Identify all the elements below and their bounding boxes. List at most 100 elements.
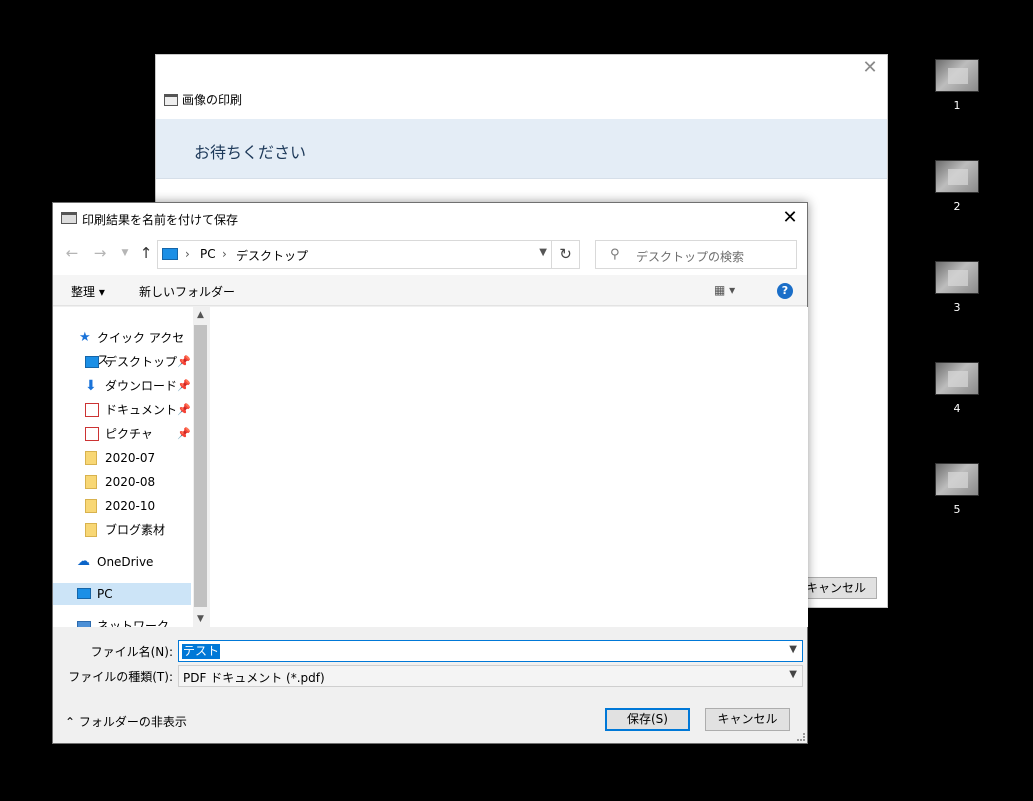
- new-folder-button[interactable]: 新しいフォルダー: [139, 283, 235, 300]
- folder-icon: [85, 523, 97, 537]
- tree-label: ブログ素材: [105, 523, 166, 537]
- tree-item-folder-blog[interactable]: ブログ素材: [53, 519, 191, 541]
- printer-icon: [61, 212, 77, 224]
- thumbnail-image: [935, 463, 979, 496]
- pin-icon: 📌: [177, 403, 191, 416]
- navigation-pane: ★ クイック アクセス デスクトップ 📌 ⬇ ダウンロード 📌 ドキュメント 📌…: [53, 307, 208, 627]
- thumbnail-1[interactable]: 1: [935, 59, 979, 112]
- breadcrumb-separator-icon[interactable]: ›: [222, 247, 227, 261]
- pc-icon: [77, 588, 91, 599]
- dialog-title: 印刷結果を名前を付けて保存: [82, 213, 239, 227]
- hide-folders-label: フォルダーの非表示: [78, 715, 187, 729]
- tree-label: ダウンロード: [105, 379, 178, 393]
- chevron-up-icon: ⌃: [65, 715, 76, 729]
- cancel-button[interactable]: キャンセル: [705, 708, 790, 731]
- navigation-bar: ← → ▼ ↑ › PC › デスクトップ ▼ ↻ ⚲ デスクトップの検索: [53, 233, 807, 275]
- search-icon: ⚲: [610, 247, 620, 262]
- up-arrow-icon[interactable]: ↑: [137, 244, 155, 262]
- tree-item-folder-2020-07[interactable]: 2020-07: [53, 447, 191, 469]
- pin-icon: 📌: [177, 355, 191, 368]
- breadcrumb-desktop[interactable]: デスクトップ: [236, 247, 308, 264]
- download-arrow-icon: ⬇: [85, 378, 97, 394]
- thumbnail-image: [935, 261, 979, 294]
- filetype-value: PDF ドキュメント (*.pdf): [183, 671, 325, 685]
- tree-item-onedrive[interactable]: ☁ OneDrive: [53, 551, 191, 573]
- search-input[interactable]: ⚲ デスクトップの検索: [595, 240, 797, 269]
- scroll-down-arrow-icon[interactable]: ▼: [193, 611, 208, 627]
- print-window-title: 画像の印刷: [164, 91, 242, 108]
- file-list-area[interactable]: [210, 307, 808, 627]
- thumbnail-image: [935, 160, 979, 193]
- printer-icon: [164, 93, 178, 106]
- tree-label: OneDrive: [97, 555, 154, 569]
- tree-item-documents[interactable]: ドキュメント 📌: [53, 399, 191, 421]
- network-icon: [77, 621, 91, 627]
- search-placeholder: デスクトップの検索: [636, 250, 745, 264]
- view-options-icon[interactable]: ▦ ▾: [714, 283, 735, 297]
- refresh-icon[interactable]: ↻: [552, 240, 580, 269]
- filetype-label: ファイルの種類(T):: [68, 670, 173, 684]
- thumbnail-image: [935, 362, 979, 395]
- wait-banner: お待ちください: [156, 119, 887, 179]
- thumbnail-number: 3: [953, 301, 961, 314]
- filetype-select[interactable]: PDF ドキュメント (*.pdf) ▼: [178, 665, 803, 687]
- forward-arrow-icon[interactable]: →: [91, 244, 109, 262]
- save-button[interactable]: 保存(S): [605, 708, 690, 731]
- documents-icon: [85, 403, 99, 417]
- tree-item-desktop[interactable]: デスクトップ 📌: [53, 351, 191, 373]
- tree-item-folder-2020-08[interactable]: 2020-08: [53, 471, 191, 493]
- breadcrumb-separator-icon[interactable]: ›: [185, 247, 190, 261]
- thumbnail-number: 5: [953, 503, 961, 516]
- pc-icon: [162, 248, 178, 260]
- toolbar: 整理 ▾ 新しいフォルダー ▦ ▾ ?: [53, 275, 807, 306]
- tree-label: ピクチャ: [105, 427, 153, 441]
- thumbnail-number: 1: [953, 99, 961, 112]
- help-icon[interactable]: ?: [777, 283, 793, 299]
- filename-value: テスト: [182, 644, 221, 659]
- dialog-titlebar: 印刷結果を名前を付けて保存 ✕: [53, 203, 807, 233]
- recent-locations-chevron-icon[interactable]: ▼: [116, 244, 134, 262]
- filename-input[interactable]: テスト ▼: [178, 640, 803, 662]
- desktop-icon: [85, 356, 99, 368]
- folder-icon: [85, 499, 97, 513]
- thumbnail-2[interactable]: 2: [935, 160, 979, 213]
- thumbnail-image: [935, 59, 979, 92]
- cloud-icon: ☁: [77, 554, 90, 569]
- tree-item-downloads[interactable]: ⬇ ダウンロード 📌: [53, 375, 191, 397]
- navigation-scrollbar[interactable]: ▲ ▼: [193, 307, 208, 627]
- pin-icon: 📌: [177, 427, 191, 440]
- tree-label: ドキュメント: [105, 403, 178, 417]
- thumbnail-4[interactable]: 4: [935, 362, 979, 415]
- tree-item-pc[interactable]: PC: [53, 583, 191, 605]
- hide-folders-toggle[interactable]: ⌃ フォルダーの非表示: [65, 713, 187, 730]
- scroll-up-arrow-icon[interactable]: ▲: [193, 307, 208, 323]
- print-close-icon[interactable]: ✕: [861, 59, 879, 77]
- chevron-down-icon[interactable]: ▼: [789, 644, 797, 655]
- thumbnail-number: 2: [953, 200, 961, 213]
- pictures-icon: [85, 427, 99, 441]
- resize-grip-icon[interactable]: [797, 733, 805, 741]
- star-icon: ★: [79, 330, 91, 345]
- thumbnail-3[interactable]: 3: [935, 261, 979, 314]
- tree-item-folder-2020-10[interactable]: 2020-10: [53, 495, 191, 517]
- tree-label: 2020-10: [105, 499, 156, 513]
- chevron-down-icon[interactable]: ▼: [539, 247, 547, 258]
- address-bar[interactable]: › PC › デスクトップ ▼: [157, 240, 552, 269]
- pin-icon: 📌: [177, 379, 191, 392]
- print-window-title-text: 画像の印刷: [182, 93, 243, 107]
- tree-item-network[interactable]: ネットワーク: [53, 615, 191, 627]
- back-arrow-icon[interactable]: ←: [63, 244, 81, 262]
- scrollbar-thumb[interactable]: [194, 325, 207, 607]
- organize-button[interactable]: 整理 ▾: [71, 283, 105, 300]
- folder-icon: [85, 475, 97, 489]
- tree-item-quick-access[interactable]: ★ クイック アクセス: [53, 327, 191, 368]
- save-dialog: 印刷結果を名前を付けて保存 ✕ ← → ▼ ↑ › PC › デスクトップ ▼ …: [52, 202, 808, 744]
- breadcrumb-pc[interactable]: PC: [200, 247, 216, 261]
- thumbnail-5[interactable]: 5: [935, 463, 979, 516]
- folder-icon: [85, 451, 97, 465]
- chevron-down-icon[interactable]: ▼: [789, 669, 797, 680]
- tree-item-pictures[interactable]: ピクチャ 📌: [53, 423, 191, 445]
- thumbnail-number: 4: [953, 402, 961, 415]
- close-icon[interactable]: ✕: [779, 207, 801, 229]
- tree-label: PC: [97, 587, 113, 601]
